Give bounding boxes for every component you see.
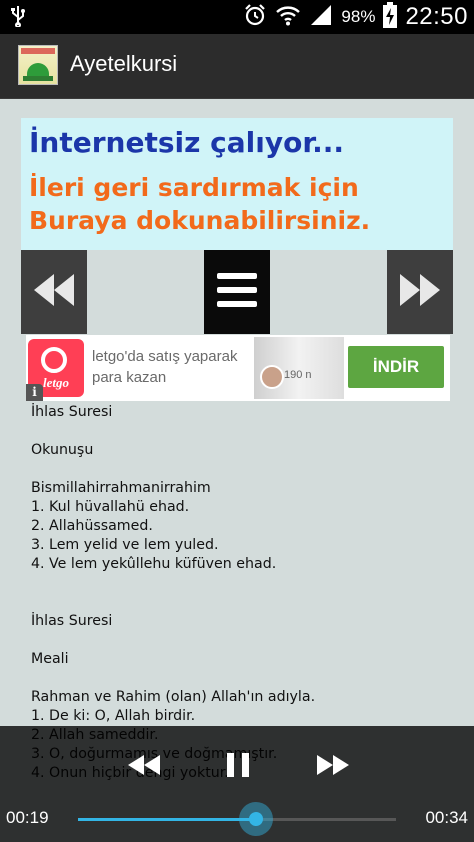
clock: 22:50 <box>405 3 468 30</box>
status-bar: 98% 22:50 <box>0 0 474 34</box>
fast-forward-button[interactable] <box>387 250 453 334</box>
ad-photo: 190 n <box>254 337 344 399</box>
seek-bar-progress <box>78 818 257 821</box>
text-line: Rahman ve Rahim (olan) Allah'ın adıyla. <box>31 689 316 705</box>
rewind-button[interactable] <box>21 250 87 334</box>
text-line: İhlas Suresi <box>31 613 113 629</box>
fast-forward-icon <box>316 754 350 780</box>
banner-offline-text: İnternetsiz çalıyor... <box>29 126 345 159</box>
battery-percent: 98% <box>341 7 376 26</box>
total-time: 00:34 <box>425 808 468 827</box>
signal-icon <box>309 4 333 30</box>
app-title: Ayetelkursi <box>70 51 178 76</box>
text-line: 1. De ki: O, Allah birdir. <box>31 708 196 724</box>
menu-icon <box>215 270 259 314</box>
player-pause-button[interactable] <box>222 748 254 786</box>
media-player: 00:19 00:34 <box>0 726 474 842</box>
seek-bar-thumb[interactable] <box>239 802 274 836</box>
banner-seek-text: İleri geri sardırmak için <box>29 173 359 202</box>
wifi-icon <box>275 4 301 30</box>
usb-icon <box>10 5 26 32</box>
alarm-icon <box>243 3 267 31</box>
text-line: Okunuşu <box>31 442 94 458</box>
rewind-icon <box>127 754 161 780</box>
text-line: 2. Allahüssamed. <box>31 518 153 534</box>
battery-charging-icon <box>383 2 398 32</box>
ad-text: letgo'da satış yaparak para kazan <box>92 346 237 388</box>
ad-text-line1: letgo'da satış yaparak <box>92 348 238 365</box>
ad-avatar <box>260 365 284 389</box>
fast-forward-icon <box>397 271 443 313</box>
player-rewind-button[interactable] <box>124 748 164 786</box>
ad-photo-caption: 190 n <box>284 369 312 381</box>
text-line: 4. Ve lem yekûllehu küfüven ehad. <box>31 556 277 572</box>
text-line: İhlas Suresi <box>31 404 113 420</box>
action-bar: Ayetelkursi <box>0 34 474 99</box>
elapsed-time: 00:19 <box>6 808 49 827</box>
seek-bar[interactable] <box>78 818 396 821</box>
ad-text-line2: para kazan <box>92 369 167 386</box>
app-logo-icon[interactable] <box>18 45 58 85</box>
ad-info-icon[interactable]: i <box>26 384 43 401</box>
ad-install-button[interactable]: İNDİR <box>348 346 444 388</box>
banner-tap-text: Buraya dokunabilirsiniz. <box>29 206 371 235</box>
text-line: 3. Lem yelid ve lem yuled. <box>31 537 219 553</box>
text-line: Meali <box>31 651 69 667</box>
player-fast-forward-button[interactable] <box>313 748 353 786</box>
menu-button[interactable] <box>204 250 270 334</box>
instruction-banner[interactable]: İnternetsiz çalıyor... İleri geri sardır… <box>21 118 453 250</box>
pause-icon <box>226 752 250 782</box>
ad-banner[interactable]: letgo letgo'da satış yaparak para kazan … <box>26 335 450 401</box>
text-line: Bismillahirrahmanirrahim <box>31 480 211 496</box>
text-line: 1. Kul hüvallahü ehad. <box>31 499 190 515</box>
rewind-icon <box>31 271 77 313</box>
